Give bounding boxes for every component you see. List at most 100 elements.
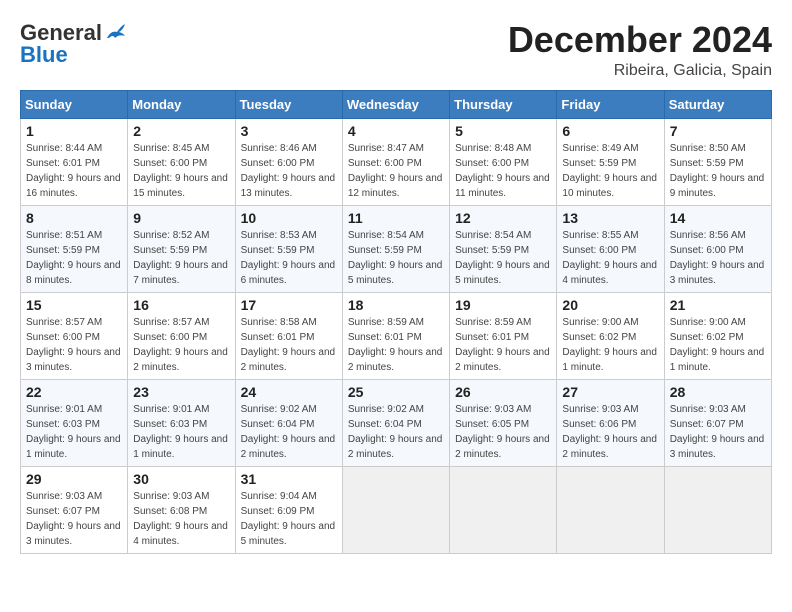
day-number: 20: [562, 297, 658, 313]
sunrise-label: Sunrise: 9:01 AM: [133, 404, 209, 415]
day-number: 12: [455, 210, 551, 226]
col-header-tuesday: Tuesday: [235, 90, 342, 118]
sunset-label: Sunset: 6:04 PM: [348, 419, 422, 430]
day-number: 7: [670, 123, 766, 139]
day-number: 4: [348, 123, 444, 139]
calendar-day-cell: [557, 466, 664, 553]
sunset-label: Sunset: 5:59 PM: [562, 158, 636, 169]
calendar-day-cell: 18Sunrise: 8:59 AMSunset: 6:01 PMDayligh…: [342, 292, 449, 379]
sunset-label: Sunset: 6:00 PM: [241, 158, 315, 169]
day-number: 29: [26, 471, 122, 487]
day-info: Sunrise: 9:03 AMSunset: 6:05 PMDaylight:…: [455, 402, 551, 462]
daylight-label: Daylight: 9 hours and 10 minutes.: [562, 173, 657, 199]
sunrise-label: Sunrise: 8:57 AM: [26, 317, 102, 328]
day-number: 23: [133, 384, 229, 400]
page-header: General Blue December 2024 Ribeira, Gali…: [20, 20, 772, 80]
sunrise-label: Sunrise: 8:58 AM: [241, 317, 317, 328]
day-info: Sunrise: 8:52 AM Sunset: 5:59 PM Daylight:…: [133, 228, 229, 288]
sunrise-label: Sunrise: 9:01 AM: [26, 404, 102, 415]
sunrise-label: Sunrise: 8:57 AM: [133, 317, 209, 328]
sunrise-label: Sunrise: 8:59 AM: [348, 317, 424, 328]
day-info: Sunrise: 8:59 AMSunset: 6:01 PMDaylight:…: [348, 315, 444, 375]
day-number: 24: [241, 384, 337, 400]
day-info: Sunrise: 8:58 AMSunset: 6:01 PMDaylight:…: [241, 315, 337, 375]
sunset-label: Sunset: 6:00 PM: [133, 332, 207, 343]
daylight-label: Daylight: 9 hours and 3 minutes.: [26, 347, 121, 373]
day-number: 14: [670, 210, 766, 226]
daylight-label: Daylight: 9 hours and 11 minutes.: [455, 173, 550, 199]
day-info: Sunrise: 9:03 AMSunset: 6:08 PMDaylight:…: [133, 489, 229, 549]
day-info: Sunrise: 9:02 AMSunset: 6:04 PMDaylight:…: [241, 402, 337, 462]
calendar-day-cell: 15Sunrise: 8:57 AMSunset: 6:00 PMDayligh…: [21, 292, 128, 379]
daylight-label: Daylight: 9 hours and 1 minute.: [133, 434, 228, 460]
logo: General Blue: [20, 20, 126, 68]
daylight-label: Daylight: 9 hours and 2 minutes.: [455, 347, 550, 373]
calendar-day-cell: 24 Sunrise: 9:02 AMSunset: 6:04 PMDayligh…: [235, 379, 342, 466]
calendar-day-cell: 17 Sunrise: 8:58 AMSunset: 6:01 PMDayligh…: [235, 292, 342, 379]
day-info: Sunrise: 8:53 AMSunset: 5:59 PMDaylight:…: [241, 228, 337, 288]
logo-bird-icon: [103, 24, 125, 42]
calendar-day-cell: 22Sunrise: 9:01 AMSunset: 6:03 PMDayligh…: [21, 379, 128, 466]
sunset-label: Sunset: 5:59 PM: [348, 245, 422, 256]
sunset-label: Sunset: 6:06 PM: [562, 419, 636, 430]
sunset-label: Sunset: 6:00 PM: [348, 158, 422, 169]
daylight-label: Daylight: 9 hours and 1 minute.: [26, 434, 121, 460]
sunset-label: Sunset: 6:01 PM: [26, 158, 100, 169]
daylight-label: Daylight: 9 hours and 2 minutes.: [562, 434, 657, 460]
col-header-monday: Monday: [128, 90, 235, 118]
calendar-day-cell: 9 Sunrise: 8:52 AM Sunset: 5:59 PM Daylight…: [128, 205, 235, 292]
sunrise-label: Sunrise: 8:53 AM: [241, 230, 317, 241]
sunrise-label: Sunrise: 8:52 AM: [133, 230, 209, 241]
day-info: Sunrise: 9:00 AMSunset: 6:02 PMDaylight:…: [670, 315, 766, 375]
day-number: 1: [26, 123, 122, 139]
day-number: 9: [133, 210, 229, 226]
calendar-table: SundayMondayTuesdayWednesdayThursdayFrid…: [20, 90, 772, 554]
daylight-label: Daylight: 9 hours and 2 minutes.: [455, 434, 550, 460]
daylight-label: Daylight: 9 hours and 15 minutes.: [133, 173, 228, 199]
daylight-label: Daylight: 9 hours and 2 minutes.: [133, 347, 228, 373]
sunset-label: Sunset: 5:59 PM: [133, 245, 207, 256]
calendar-day-cell: 19Sunrise: 8:59 AMSunset: 6:01 PMDayligh…: [450, 292, 557, 379]
daylight-label: Daylight: 9 hours and 4 minutes.: [562, 260, 657, 286]
day-info: Sunrise: 8:54 AMSunset: 5:59 PMDaylight:…: [348, 228, 444, 288]
sunrise-label: Sunrise: 8:54 AM: [455, 230, 531, 241]
sunset-label: Sunset: 6:00 PM: [670, 245, 744, 256]
calendar-day-cell: 5Sunrise: 8:48 AMSunset: 6:00 PMDaylight…: [450, 118, 557, 205]
col-header-sunday: Sunday: [21, 90, 128, 118]
day-info: Sunrise: 8:49 AM Sunset: 5:59 PM Daylight:…: [562, 141, 658, 201]
calendar-day-cell: 29Sunrise: 9:03 AMSunset: 6:07 PMDayligh…: [21, 466, 128, 553]
day-number: 25: [348, 384, 444, 400]
day-number: 27: [562, 384, 658, 400]
sunset-label: Sunset: 6:00 PM: [26, 332, 100, 343]
calendar-day-cell: 2Sunrise: 8:45 AMSunset: 6:00 PMDaylight…: [128, 118, 235, 205]
day-info: Sunrise: 9:04 AMSunset: 6:09 PMDaylight:…: [241, 489, 337, 549]
day-info: Sunrise: 8:46 AMSunset: 6:00 PMDaylight:…: [241, 141, 337, 201]
day-info: Sunrise: 8:57 AM Sunset: 6:00 PM Daylight:…: [133, 315, 229, 375]
sunrise-label: Sunrise: 8:56 AM: [670, 230, 746, 241]
sunset-label: Sunset: 6:00 PM: [562, 245, 636, 256]
sunset-label: Sunset: 6:05 PM: [455, 419, 529, 430]
title-block: December 2024 Ribeira, Galicia, Spain: [508, 20, 772, 80]
sunrise-label: Sunrise: 8:49 AM: [562, 143, 638, 154]
sunset-label: Sunset: 6:08 PM: [133, 506, 207, 517]
sunset-label: Sunset: 6:01 PM: [455, 332, 529, 343]
daylight-label: Daylight: 9 hours and 7 minutes.: [133, 260, 228, 286]
daylight-label: Daylight: 9 hours and 3 minutes.: [670, 434, 765, 460]
day-number: 5: [455, 123, 551, 139]
daylight-label: Daylight: 9 hours and 5 minutes.: [348, 260, 443, 286]
calendar-day-cell: 23Sunrise: 9:01 AMSunset: 6:03 PMDayligh…: [128, 379, 235, 466]
day-number: 13: [562, 210, 658, 226]
calendar-day-cell: 7Sunrise: 8:50 AMSunset: 5:59 PMDaylight…: [664, 118, 771, 205]
daylight-label: Daylight: 9 hours and 8 minutes.: [26, 260, 121, 286]
day-number: 17: [241, 297, 337, 313]
day-number: 21: [670, 297, 766, 313]
day-info: Sunrise: 9:00 AMSunset: 6:02 PMDaylight:…: [562, 315, 658, 375]
day-number: 3: [241, 123, 337, 139]
day-number: 26: [455, 384, 551, 400]
calendar-day-cell: 1Sunrise: 8:44 AMSunset: 6:01 PMDaylight…: [21, 118, 128, 205]
sunrise-label: Sunrise: 8:45 AM: [133, 143, 209, 154]
sunrise-label: Sunrise: 8:50 AM: [670, 143, 746, 154]
day-number: 11: [348, 210, 444, 226]
calendar-week-row: 1Sunrise: 8:44 AMSunset: 6:01 PMDaylight…: [21, 118, 772, 205]
day-number: 2: [133, 123, 229, 139]
